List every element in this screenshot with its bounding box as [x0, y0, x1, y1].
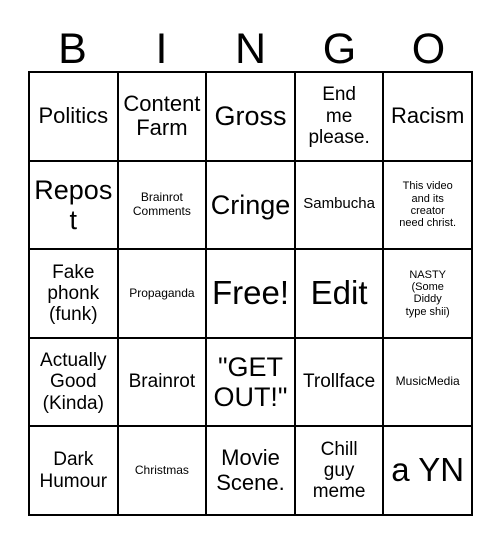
bingo-cell[interactable]: "GET OUT!" — [207, 338, 296, 428]
bingo-cell-label: Movie Scene. — [216, 445, 285, 495]
header-letter-o: O — [411, 25, 446, 73]
bingo-cell-label: "GET OUT!" — [213, 351, 288, 413]
bingo-cell[interactable]: End me please. — [295, 73, 385, 162]
bingo-cell-label: Cringe — [210, 189, 291, 220]
bingo-cell-label: Edit — [310, 274, 368, 312]
bingo-card: B I N G O Politics Content Farm Gross End m… — [0, 0, 500, 544]
bingo-cell[interactable]: Brainrot — [118, 338, 208, 428]
bingo-cell[interactable]: NASTY (Some Diddy type shii) — [384, 250, 473, 339]
bingo-cell[interactable]: Content Farm — [118, 73, 208, 162]
bingo-cell[interactable]: Christmas — [118, 427, 208, 516]
bingo-cell-label: Politics — [38, 102, 109, 128]
bingo-cell[interactable]: Actually Good (Kinda) — [30, 338, 119, 428]
bingo-cell-label: a YN — [391, 451, 465, 489]
bingo-header-row: B I N G O — [28, 18, 473, 71]
bingo-cell-label: Brainrot — [128, 371, 196, 393]
bingo-cell-label: Propaganda — [129, 285, 195, 300]
header-letter-i: I — [155, 25, 168, 73]
header-letter-n: N — [234, 25, 267, 73]
bingo-cell[interactable]: MusicMedia — [384, 338, 473, 428]
bingo-cell-label: End me please. — [308, 84, 370, 148]
bingo-cell-label: Sambucha — [303, 195, 375, 213]
bingo-cell[interactable]: Politics — [30, 73, 119, 162]
bingo-cell-label: Trollface — [303, 371, 376, 393]
bingo-cell[interactable]: Chill guy meme — [295, 427, 385, 516]
bingo-cell-label: Christmas — [134, 462, 189, 477]
header-letter-b: B — [58, 25, 87, 73]
bingo-cell[interactable]: Movie Scene. — [207, 427, 296, 516]
bingo-cell[interactable]: Trollface — [295, 338, 385, 428]
bingo-cell-label: Fake phonk (funk) — [47, 261, 100, 326]
bingo-cell-free-space[interactable]: Free! — [207, 250, 296, 339]
bingo-cell-label: MusicMedia — [395, 374, 460, 389]
bingo-cell-label: NASTY (Some Diddy type shii) — [405, 268, 450, 318]
bingo-cell-label: Repost — [34, 174, 113, 235]
bingo-cell-label: Actually Good (Kinda) — [40, 350, 107, 414]
bingo-cell[interactable]: Gross — [207, 73, 296, 162]
bingo-cell[interactable]: This video and its creator need christ. — [384, 161, 473, 251]
bingo-cell-label: Brainrot Comments — [132, 190, 191, 218]
bingo-cell-label: Content Farm — [123, 90, 201, 141]
bingo-cell[interactable]: Fake phonk (funk) — [30, 250, 119, 339]
bingo-cell-label: Free! — [211, 274, 289, 312]
bingo-cell[interactable]: Edit — [295, 250, 385, 339]
header-letter-g: G — [322, 25, 357, 73]
bingo-cell[interactable]: Racism — [384, 73, 473, 162]
bingo-cell[interactable]: Sambucha — [295, 161, 385, 251]
bingo-cell-label: Gross — [214, 101, 287, 132]
bingo-cell-label: Racism — [391, 102, 465, 128]
bingo-cell-label: Dark Humour — [39, 449, 108, 492]
bingo-cell[interactable]: a YN — [384, 427, 473, 516]
bingo-cell[interactable]: Propaganda — [118, 250, 208, 339]
bingo-cell-label: This video and its creator need christ. — [399, 180, 457, 230]
bingo-cell[interactable]: Repost — [30, 161, 119, 251]
bingo-cell[interactable]: Dark Humour — [30, 427, 119, 516]
bingo-grid: Politics Content Farm Gross End me please. R… — [28, 71, 473, 516]
bingo-cell[interactable]: Cringe — [207, 161, 296, 251]
bingo-cell[interactable]: Brainrot Comments — [118, 161, 208, 251]
bingo-cell-label: Chill guy meme — [312, 438, 366, 503]
